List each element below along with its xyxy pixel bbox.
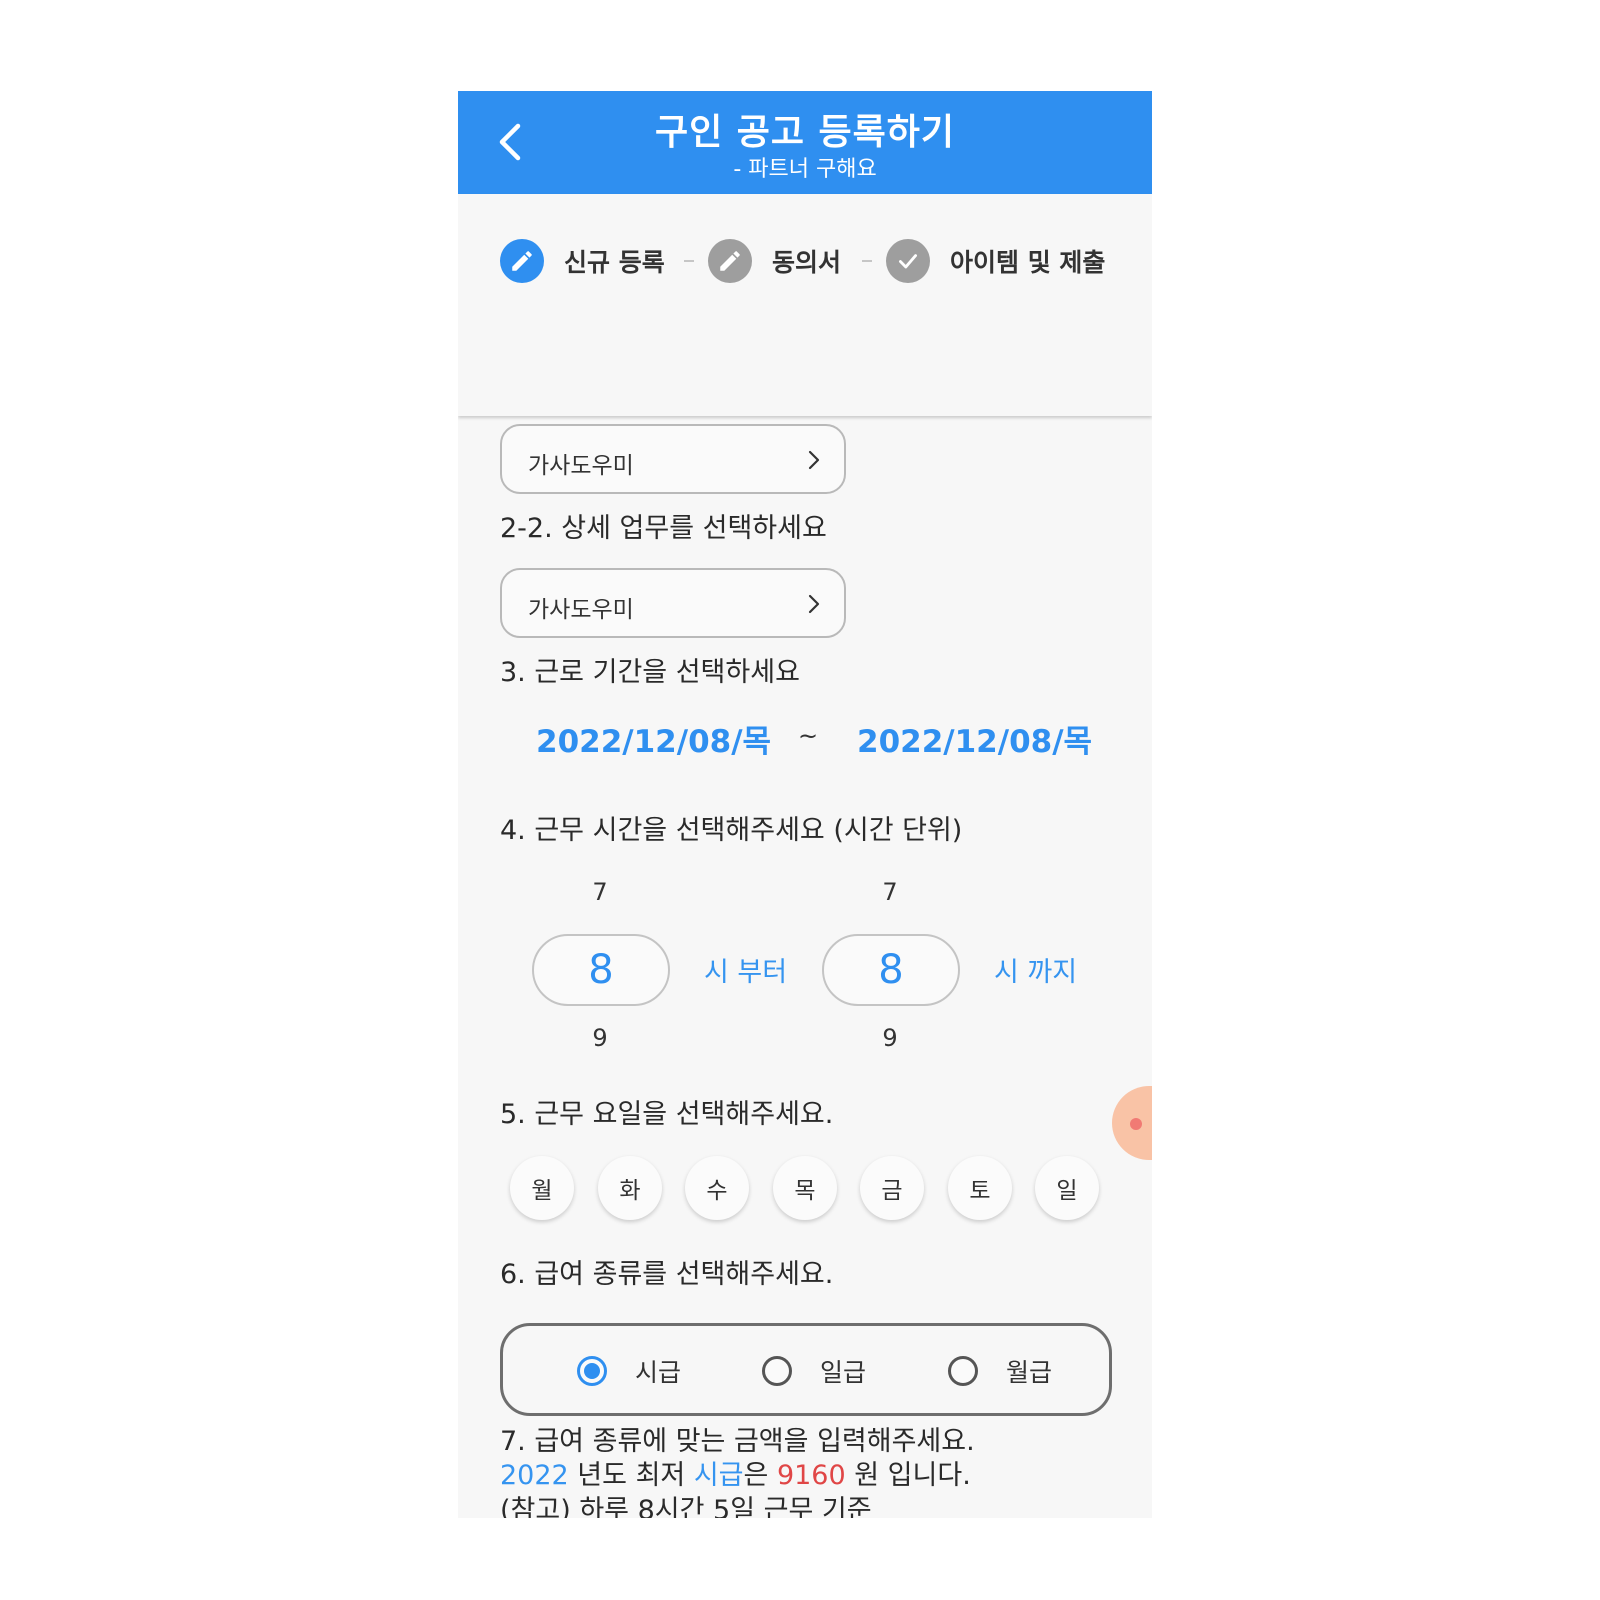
end-hour-picker[interactable]: 8 xyxy=(822,934,960,1006)
check-icon xyxy=(886,239,930,283)
min-wage-value: 9160 xyxy=(776,1460,846,1491)
pay-type-radio-group: 시급 일급 월급 xyxy=(500,1323,1112,1416)
detail-task-label: 2-2. 상세 업무를 선택하세요 xyxy=(500,513,827,544)
work-period-label: 3. 근로 기간을 선택하세요 xyxy=(500,657,800,688)
floating-assist-button[interactable] xyxy=(1112,1086,1152,1160)
app-screen: 구인 공고 등록하기 - 파트너 구해요 신규 등록 동의서 아이템 및 제출 xyxy=(458,91,1152,1518)
pencil-icon xyxy=(708,239,752,283)
day-sat-button[interactable]: 토 xyxy=(948,1156,1012,1220)
end-hour-next[interactable]: 9 xyxy=(870,1024,910,1052)
form-content[interactable]: 가사도우미 2-2. 상세 업무를 선택하세요 가사도우미 3. 근로 기간을 … xyxy=(458,416,1152,1518)
date-separator: ~ xyxy=(798,722,819,750)
step-agreement[interactable]: 동의서 xyxy=(708,238,841,284)
start-date-picker[interactable]: 2022/12/08/목 xyxy=(536,716,771,761)
radio-label: 일급 xyxy=(820,1358,867,1387)
app-bar: 구인 공고 등록하기 - 파트너 구해요 xyxy=(458,91,1152,194)
step-new-registration[interactable]: 신규 등록 xyxy=(500,238,665,284)
work-hours-label: 4. 근무 시간을 선택해주세요 (시간 단위) xyxy=(500,815,963,846)
job-category-select[interactable]: 가사도우미 xyxy=(500,424,846,494)
min-wage-type: 시급 xyxy=(693,1460,744,1491)
start-hour-picker[interactable]: 8 xyxy=(532,934,670,1006)
dot-icon xyxy=(1130,1118,1142,1130)
day-fri-button[interactable]: 금 xyxy=(860,1156,924,1220)
pay-type-label: 6. 급여 종류를 선택해주세요. xyxy=(500,1259,834,1290)
chevron-right-icon xyxy=(808,450,820,470)
chevron-right-icon xyxy=(808,594,820,614)
pay-daily-radio[interactable]: 일급 xyxy=(762,1353,866,1389)
radio-unselected-icon xyxy=(762,1356,792,1386)
day-thu-button[interactable]: 목 xyxy=(773,1156,837,1220)
start-hour-next[interactable]: 9 xyxy=(580,1024,620,1052)
end-date-picker[interactable]: 2022/12/08/목 xyxy=(857,716,1092,761)
step-label: 동의서 xyxy=(772,248,842,277)
min-wage-info: 2022 년도 최저 시급은 9160 원 입니다. xyxy=(500,1460,971,1491)
step-divider xyxy=(862,260,872,262)
detail-task-value: 가사도우미 xyxy=(528,597,634,623)
radio-unselected-icon xyxy=(948,1356,978,1386)
detail-task-select[interactable]: 가사도우미 xyxy=(500,568,846,638)
day-tue-button[interactable]: 화 xyxy=(598,1156,662,1220)
step-label: 아이템 및 제출 xyxy=(950,248,1106,277)
page-subtitle: - 파트너 구해요 xyxy=(733,157,877,182)
pay-hourly-radio[interactable]: 시급 xyxy=(577,1353,681,1389)
day-sun-button[interactable]: 일 xyxy=(1035,1156,1099,1220)
day-wed-button[interactable]: 수 xyxy=(685,1156,749,1220)
pencil-icon xyxy=(500,239,544,283)
start-hour-prev[interactable]: 7 xyxy=(580,878,620,906)
day-mon-button[interactable]: 월 xyxy=(510,1156,574,1220)
pay-monthly-radio[interactable]: 월급 xyxy=(948,1353,1052,1389)
step-label: 신규 등록 xyxy=(564,248,665,277)
start-hour-suffix: 시 부터 xyxy=(704,957,788,988)
min-wage-year: 2022 xyxy=(500,1460,569,1491)
job-category-value: 가사도우미 xyxy=(528,453,634,479)
end-hour-suffix: 시 까지 xyxy=(994,957,1078,988)
end-hour-prev[interactable]: 7 xyxy=(870,878,910,906)
radio-selected-icon xyxy=(577,1356,607,1386)
work-basis-note: (참고) 하루 8시간 5일 근무 기준 xyxy=(500,1495,872,1518)
step-divider xyxy=(684,260,694,262)
page-title: 구인 공고 등록하기 xyxy=(654,112,956,153)
radio-label: 월급 xyxy=(1006,1358,1053,1387)
radio-label: 시급 xyxy=(635,1358,682,1387)
work-days-label: 5. 근무 요일을 선택해주세요. xyxy=(500,1099,834,1130)
progress-stepper: 신규 등록 동의서 아이템 및 제출 xyxy=(458,194,1152,416)
step-item-submit[interactable]: 아이템 및 제출 xyxy=(886,238,1105,284)
